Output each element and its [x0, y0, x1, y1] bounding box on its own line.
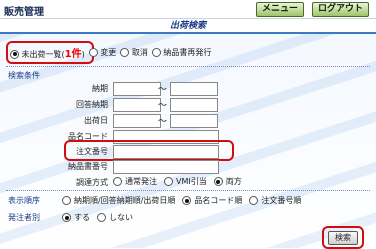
ship-date-from-input[interactable] [113, 114, 161, 128]
delivery-note-no-label: 納品書番号 [68, 162, 108, 171]
radio-icon[interactable] [62, 213, 71, 222]
unshipped-count-badge: 1件 [64, 48, 82, 60]
answer-date-label: 回答納期 [76, 100, 108, 109]
page-banner: 出荷検索 [0, 20, 376, 34]
delivery-date-from-input[interactable] [113, 82, 161, 96]
order-no-label: 注文番号 [76, 147, 108, 156]
sort-option-order-no: 注文番号順 [261, 196, 302, 205]
page-title: 出荷検索 [169, 21, 206, 31]
logout-button[interactable]: ログアウト [312, 2, 370, 17]
mode-label-reissue: 納品書再発行 [163, 47, 212, 57]
delivery-date-label: 納期 [92, 84, 108, 93]
radio-icon[interactable] [88, 47, 98, 57]
radio-icon[interactable] [151, 47, 161, 57]
app-title: 販売管理 [4, 7, 44, 18]
radio-icon[interactable] [182, 196, 192, 205]
mode-label-unshipped: 未出荷一覧( [21, 49, 65, 59]
radio-icon[interactable] [62, 196, 71, 205]
menu-button[interactable]: メニュー [256, 2, 305, 17]
ship-date-to-input[interactable] [170, 114, 218, 128]
mode-option-change[interactable]: 変更 [88, 47, 117, 58]
answer-date-from-input[interactable] [113, 98, 161, 112]
radio-icon[interactable] [213, 177, 223, 186]
order-no-input[interactable] [113, 145, 219, 159]
mode-label-close: ) [81, 49, 85, 59]
radio-icon[interactable] [97, 213, 106, 222]
answer-date-to-input[interactable] [170, 98, 218, 112]
order-by-label: 発注者別 [8, 213, 40, 222]
delivery-date-to-input[interactable] [170, 82, 218, 96]
radio-icon[interactable] [120, 47, 130, 57]
radio-icon[interactable] [113, 177, 122, 186]
range-tilde: 〜 [158, 101, 168, 111]
search-button[interactable]: 検索 [328, 231, 358, 245]
mode-option-reissue[interactable]: 納品書再発行 [151, 47, 212, 58]
range-tilde: 〜 [158, 85, 168, 95]
sort-option-product-code: 品名コード順 [194, 196, 243, 205]
app-header: 販売管理 メニュー ログアウト [0, 0, 376, 19]
arrangement-options: 通常発注 VMI引当 両方 [113, 176, 242, 187]
sort-option-date: 納期順/回答納期順/出荷日順 [74, 196, 176, 205]
mode-radio-row: 未出荷一覧(1件) 変更 取消 納品書再発行 [10, 45, 212, 60]
mode-option-cancel[interactable]: 取消 [120, 47, 148, 58]
mode-option-unshipped[interactable]: 未出荷一覧(1件) [10, 45, 85, 60]
arrangement-both-label: 両方 [225, 177, 242, 186]
order-by-options: する しない [62, 212, 133, 223]
order-by-yes-label: する [74, 213, 90, 222]
divider [6, 66, 370, 67]
arrangement-label: 調達方式 [76, 178, 108, 187]
mode-label-change: 変更 [100, 47, 117, 57]
order-by-no-label: しない [109, 213, 133, 222]
divider [6, 190, 370, 191]
radio-icon[interactable] [164, 177, 173, 186]
arrangement-vmi-label: VMI引当 [176, 177, 207, 186]
delivery-note-no-input[interactable] [113, 160, 219, 174]
search-section-title: 検索条件 [8, 71, 40, 80]
arrangement-normal-label: 通常発注 [125, 177, 157, 186]
mode-label-cancel: 取消 [131, 47, 148, 57]
sort-label: 表示順序 [8, 196, 40, 205]
sort-options: 納期順/回答納期順/出荷日順 品名コード順 注文番号順 [62, 195, 301, 206]
radio-icon[interactable] [10, 49, 19, 59]
range-tilde: 〜 [158, 117, 168, 127]
ship-date-label: 出荷日 [84, 116, 108, 125]
radio-icon[interactable] [249, 196, 259, 205]
